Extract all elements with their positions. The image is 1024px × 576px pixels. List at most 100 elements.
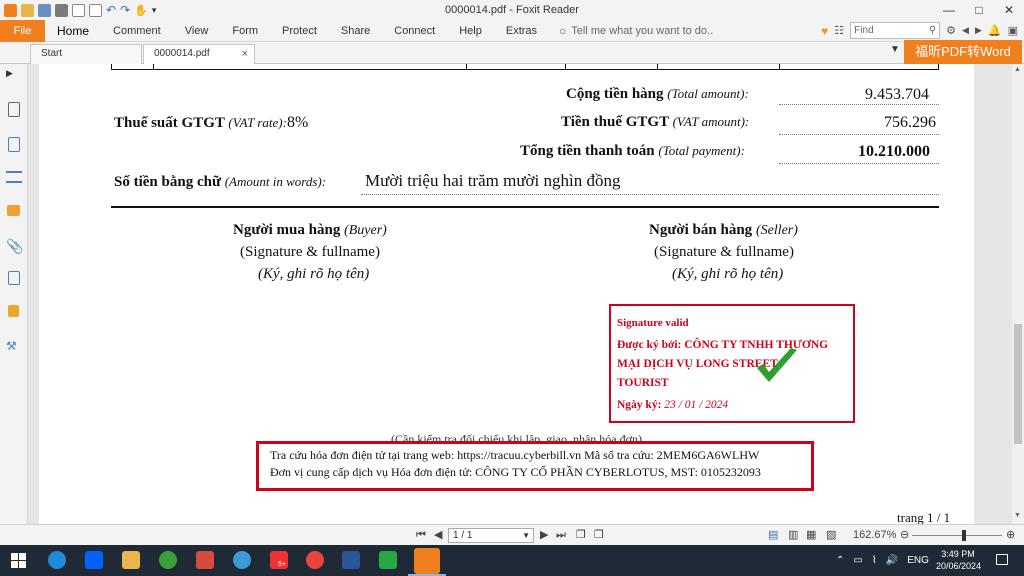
signature-panel-icon[interactable]	[8, 271, 20, 285]
expand-sidebar-icon[interactable]: ▶	[6, 68, 22, 84]
first-page-icon[interactable]: ⏮	[416, 529, 426, 542]
page-indicator: 1 / 1	[453, 530, 473, 541]
maximize-button[interactable]: □	[964, 0, 994, 20]
bell-icon[interactable]: 🔔	[988, 24, 1002, 37]
buyer-en: (Buyer)	[344, 223, 387, 238]
tab-form[interactable]: Form	[220, 20, 270, 42]
minimize-button[interactable]: —	[934, 0, 964, 20]
next-view-icon[interactable]: ❐	[594, 529, 604, 542]
account-icon[interactable]: ▣	[1008, 24, 1018, 37]
new-document-icon[interactable]	[72, 3, 85, 17]
prev-result-icon[interactable]: ◀	[962, 25, 969, 36]
search-icon[interactable]: ⚲	[929, 25, 936, 36]
power-icon[interactable]: ▭	[853, 555, 862, 566]
scroll-down-icon[interactable]: ▼	[1014, 512, 1021, 519]
tab-view[interactable]: View	[173, 20, 221, 42]
vat-amount-en: (VAT amount):	[672, 114, 750, 129]
network-app-icon[interactable]	[233, 551, 251, 569]
tab-file[interactable]: File	[0, 19, 45, 42]
page-dropdown-icon[interactable]: ▼	[522, 529, 530, 542]
tab-home[interactable]: Home	[45, 20, 101, 42]
total-amount-value: 9.453.704	[865, 86, 929, 103]
tab-protect[interactable]: Protect	[270, 20, 329, 42]
signed-by-prefix: Được ký bởi:	[617, 339, 682, 351]
layers-icon[interactable]	[6, 171, 22, 183]
check-mark-icon	[757, 348, 797, 382]
document-viewer[interactable]: Cộng tiền hàng (Total amount): 9.453.704…	[28, 64, 1012, 524]
pdf-to-word-promo[interactable]: 福昕PDF转Word	[904, 40, 1022, 64]
chrome-icon[interactable]	[306, 551, 324, 569]
save-icon[interactable]	[38, 3, 51, 17]
skin-icon[interactable]: ☷	[834, 24, 844, 37]
hand-tool-icon[interactable]: ✋	[134, 4, 148, 17]
vat-rate-value: 8%	[286, 114, 309, 131]
tab-list-dropdown-icon[interactable]: ▼	[890, 44, 900, 55]
lock-icon[interactable]	[8, 305, 19, 317]
tab-extras[interactable]: Extras	[494, 20, 549, 42]
tell-me-box[interactable]: ○ Tell me what you want to do..	[559, 24, 713, 38]
tab-start[interactable]: Start	[30, 44, 142, 64]
clock[interactable]: 3:49 PM 20/06/2024	[936, 548, 981, 572]
scrollbar-thumb[interactable]	[1014, 324, 1022, 444]
page-number-input[interactable]: 1 / 1 ▼	[448, 528, 534, 543]
file-explorer-icon[interactable]	[122, 551, 140, 569]
scroll-up-icon[interactable]: ▲	[1014, 66, 1021, 73]
zoom-slider-handle[interactable]	[962, 530, 966, 541]
pages-icon[interactable]	[8, 137, 20, 152]
zoom-out-icon[interactable]: ⊖	[900, 529, 909, 542]
comments-icon[interactable]	[7, 205, 20, 216]
tab-share[interactable]: Share	[329, 20, 382, 42]
customize-toolbar-icon[interactable]: ▾	[152, 5, 157, 16]
foxit-taskbar-icon[interactable]	[414, 548, 440, 574]
gear-icon[interactable]: ⚙	[946, 24, 956, 37]
digital-signature-box[interactable]: Signature valid Được ký bởi: CÔNG TY TNH…	[609, 304, 855, 423]
favorite-icon[interactable]: ♥	[821, 24, 828, 38]
previous-view-icon[interactable]: ❐	[576, 529, 586, 542]
tab-document[interactable]: 0000014.pdf ×	[143, 44, 255, 64]
next-page-icon[interactable]: ▶	[540, 529, 548, 542]
redo-icon[interactable]: ↷	[120, 3, 130, 17]
page-thumbnail-icon[interactable]	[8, 102, 20, 117]
zoom-in-icon[interactable]: ⊕	[1006, 529, 1015, 542]
dropbox-icon[interactable]	[85, 551, 103, 569]
table-divider	[779, 64, 780, 70]
input-language[interactable]: ENG	[907, 555, 929, 566]
vat-amount-value: 756.296	[884, 114, 936, 131]
word-icon[interactable]	[342, 551, 360, 569]
close-button[interactable]: ✕	[994, 0, 1024, 20]
tab-help[interactable]: Help	[447, 20, 494, 42]
page-icon[interactable]	[89, 3, 102, 17]
print-icon[interactable]	[55, 3, 68, 17]
title-bar: ↶ ↷ ✋ ▾ 0000014.pdf - Foxit Reader — □ ✕	[0, 0, 1024, 20]
status-bar: ⏮ ◀ 1 / 1 ▼ ▶ ⏭ ❐ ❐ ▤ ▥ ▦ ▧ 162.67% ⊖ ⊕	[0, 524, 1024, 545]
wifi-icon[interactable]: ⌇	[872, 555, 877, 566]
next-result-icon[interactable]: ▶	[975, 25, 982, 36]
tools-icon[interactable]: ⚒	[6, 339, 22, 355]
windows-start-icon[interactable]	[11, 553, 26, 568]
tab-comment[interactable]: Comment	[101, 20, 173, 42]
continuous-view-icon[interactable]: ▥	[788, 529, 798, 542]
zoom-level[interactable]: 162.67%	[853, 529, 896, 542]
prev-page-icon[interactable]: ◀	[434, 529, 442, 542]
document-tabs: Start 0000014.pdf ×	[0, 42, 1024, 64]
teamviewer-icon[interactable]	[48, 551, 66, 569]
continuous-facing-view-icon[interactable]: ▧	[826, 529, 836, 542]
last-page-icon[interactable]: ⏭	[556, 529, 566, 542]
open-folder-icon[interactable]	[21, 3, 34, 17]
find-input[interactable]: Find ⚲	[850, 22, 941, 39]
volume-icon[interactable]: 🔊	[886, 555, 898, 566]
attachment-icon[interactable]: 📎	[6, 238, 23, 254]
zoom-slider[interactable]	[912, 535, 1002, 536]
undo-icon[interactable]: ↶	[106, 3, 116, 17]
single-page-view-icon[interactable]: ▤	[768, 529, 778, 542]
lightbulb-icon: ○	[559, 23, 567, 38]
facing-view-icon[interactable]: ▦	[806, 529, 816, 542]
red-app-icon[interactable]	[196, 551, 214, 569]
close-tab-icon[interactable]: ×	[242, 45, 248, 63]
action-center-icon[interactable]	[996, 554, 1008, 565]
green-app-icon[interactable]	[159, 551, 177, 569]
tab-connect[interactable]: Connect	[382, 20, 447, 42]
tray-expand-icon[interactable]: ⌃	[836, 555, 844, 566]
vertical-scrollbar[interactable]: ▲ ▼	[1012, 64, 1024, 524]
camtasia-icon[interactable]	[379, 551, 397, 569]
